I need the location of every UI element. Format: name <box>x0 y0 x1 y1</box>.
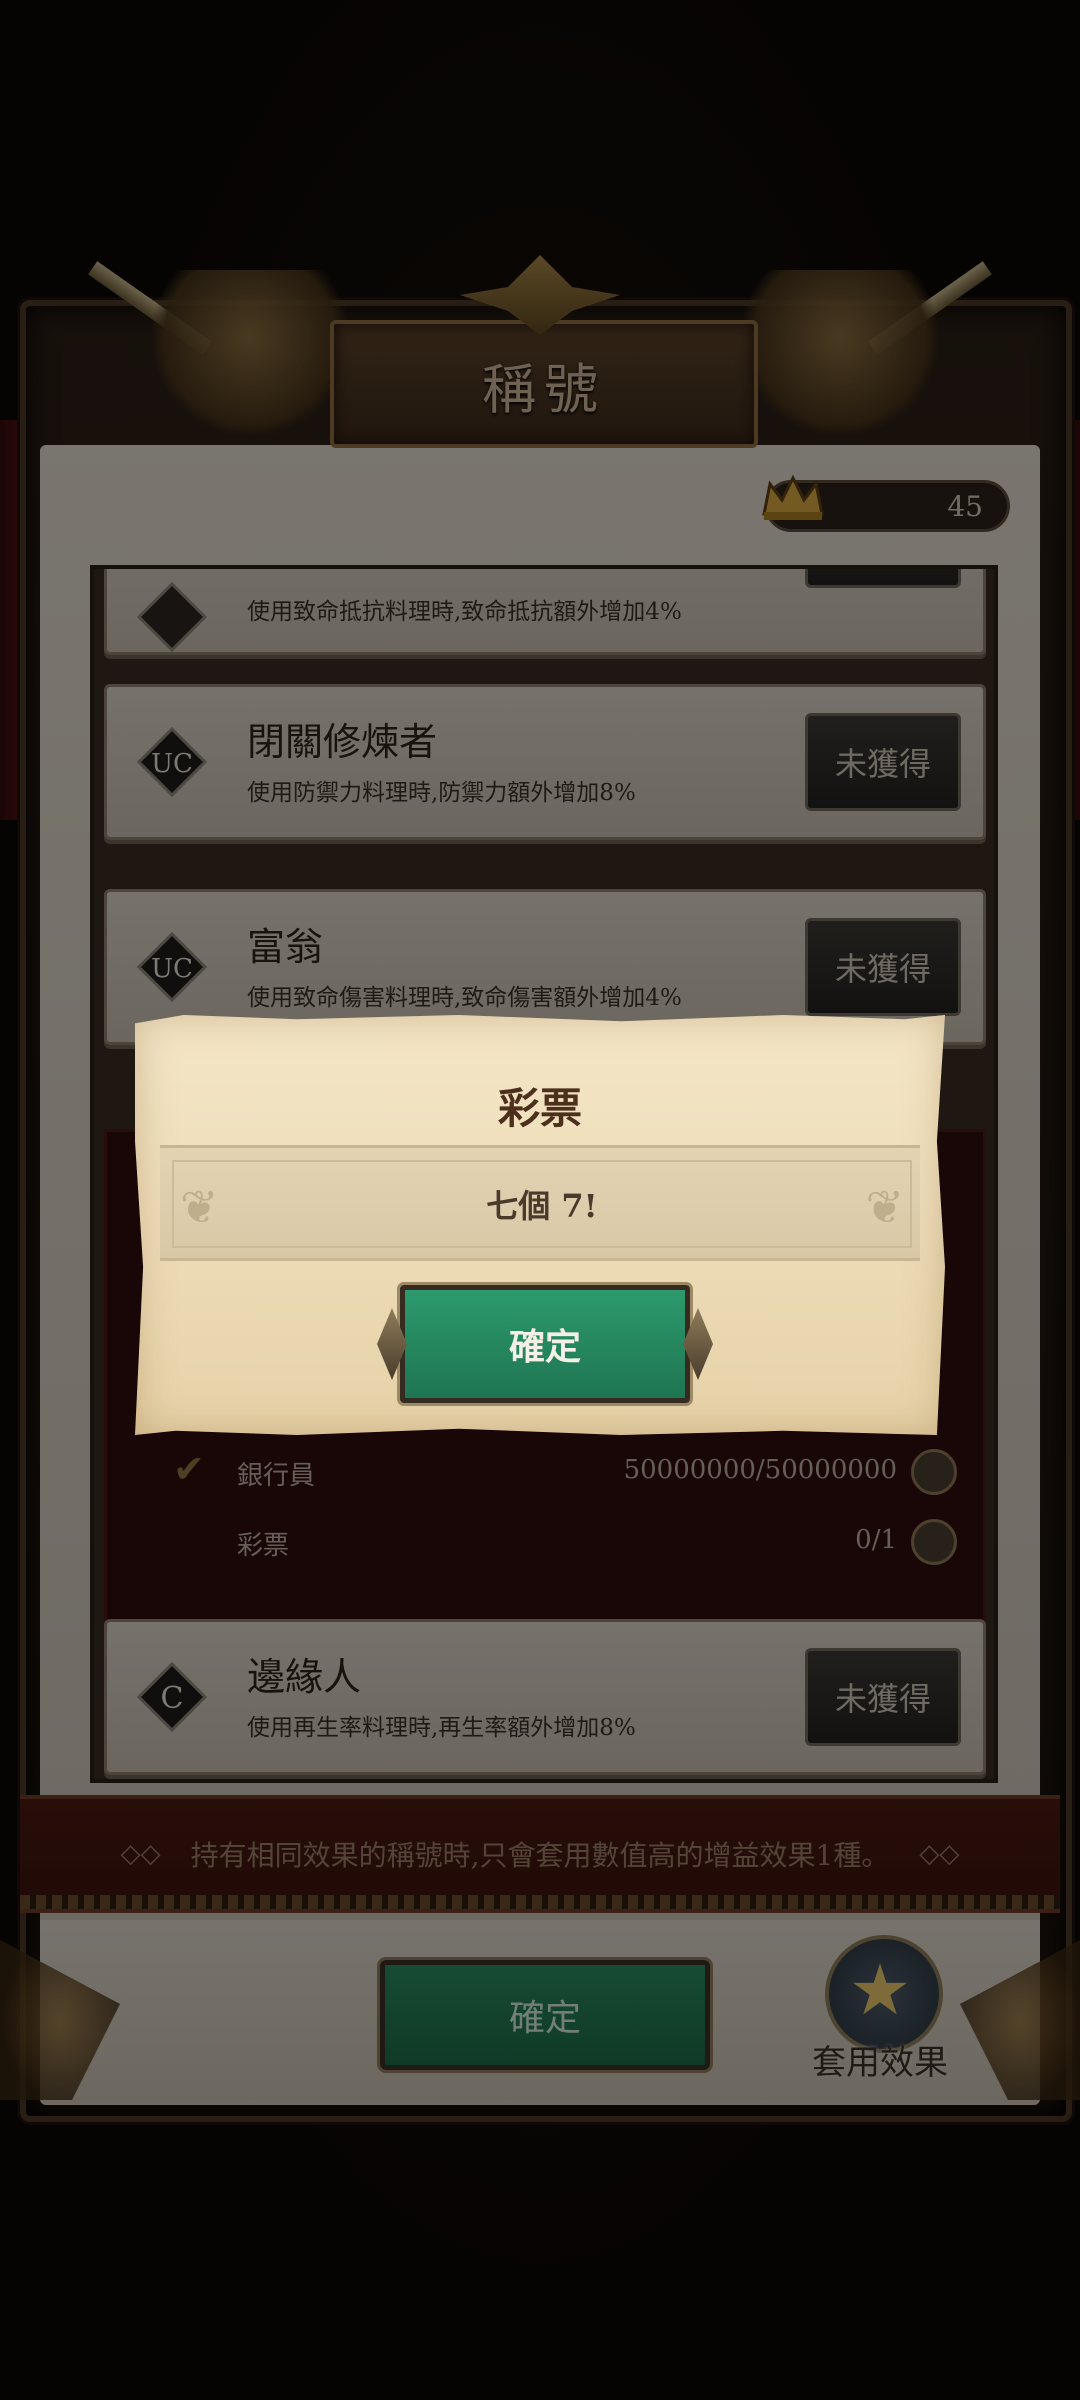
popup-confirm-button[interactable]: 確定 <box>400 1285 690 1403</box>
popup-confirm-label: 確定 <box>508 1326 581 1368</box>
popup-title: 彩票 <box>497 1084 582 1133</box>
popup-message: 七個 7! <box>486 1187 598 1225</box>
popup-message-band: ❦ 七個 7! ❦ <box>160 1145 920 1261</box>
popup-message-frame: ❦ 七個 7! ❦ <box>172 1160 912 1248</box>
ornament-right: ❦ <box>865 1180 904 1234</box>
lottery-popup: 彩票 ❦ 七個 7! ❦ 確定 <box>135 1015 945 1435</box>
game-screen: 稱號 45 使用致命抵抗料理時,致命抵抗額外增加4% 未獲得 UC 閉關修煉者 … <box>0 0 1080 2400</box>
ornament-left: ❦ <box>180 1180 219 1234</box>
